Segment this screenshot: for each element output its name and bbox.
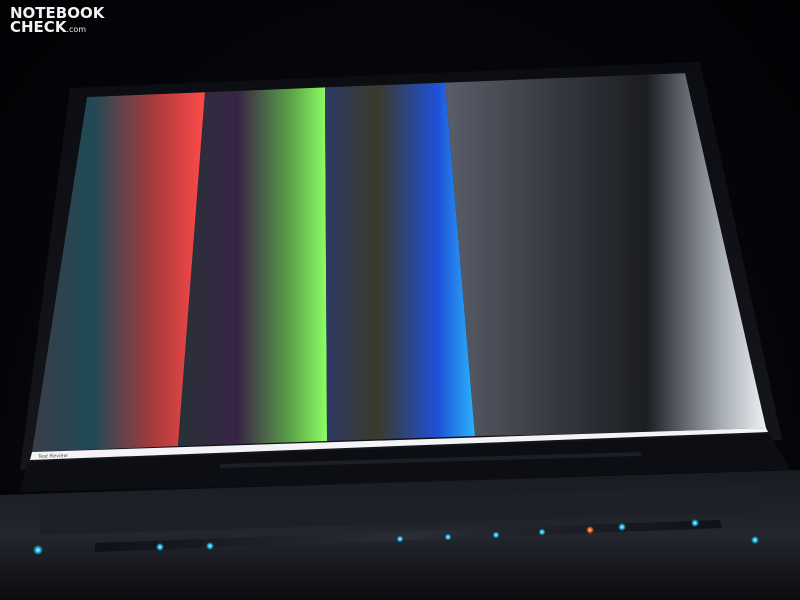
led-icon	[538, 528, 546, 536]
led-icon	[751, 536, 759, 544]
logo-suffix: .com	[66, 25, 87, 34]
play-pause-led-icon	[444, 533, 452, 541]
logo-check: CHECK	[10, 18, 67, 36]
photo-scene: Test Review NOTEBOOK CHECK.com	[0, 0, 800, 600]
led-icon	[691, 519, 699, 527]
taskbar-label: Test Review	[38, 453, 69, 460]
logo-line2: CHECK.com	[10, 20, 104, 37]
forward-led-icon	[492, 531, 500, 539]
laptop-photo: Test Review	[0, 62, 800, 600]
orange-led-icon	[586, 526, 594, 534]
gray-band	[445, 73, 766, 436]
notebookcheck-logo: NOTEBOOK CHECK.com	[10, 6, 104, 37]
screen-display	[32, 73, 766, 452]
led-icon	[618, 523, 626, 531]
power-led-icon	[33, 545, 43, 555]
led-icon	[206, 542, 214, 550]
led-icon	[156, 543, 164, 551]
rewind-led-icon	[396, 535, 404, 543]
